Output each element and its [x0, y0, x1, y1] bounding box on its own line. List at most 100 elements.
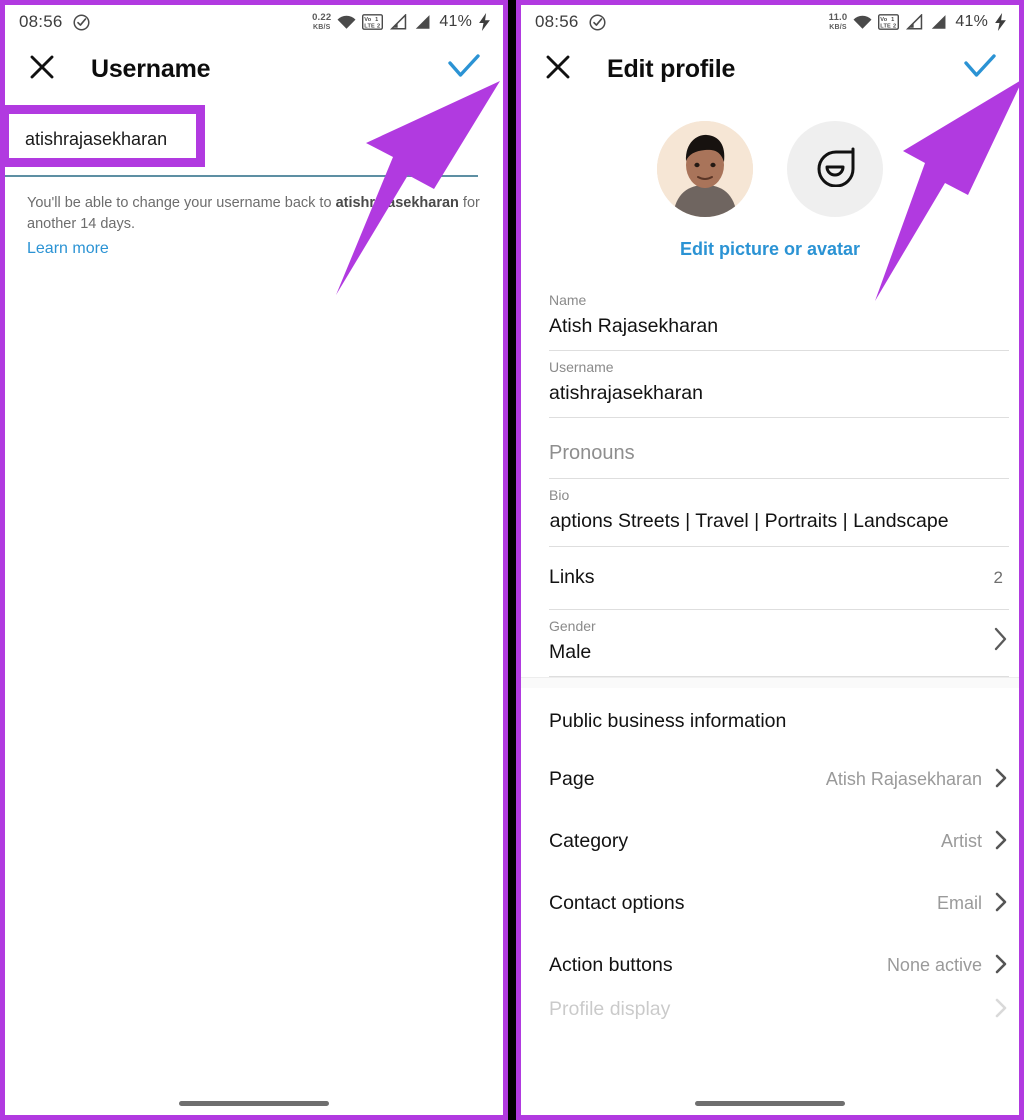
alarm-check-icon: [588, 13, 607, 32]
chevron-right-icon: [993, 626, 1009, 656]
left-status-bar: 08:56 0.22 KB/S Vo 1 LTE 2 41%: [5, 5, 503, 39]
input-underline: [5, 175, 478, 177]
avatar-smiley-icon: [815, 147, 855, 192]
chevron-right-icon: [994, 829, 1009, 855]
row-label: Category: [549, 830, 629, 853]
row-action-buttons[interactable]: Action buttons None active: [549, 935, 1009, 997]
confirm-check-icon[interactable]: [445, 52, 483, 87]
volte-icon: Vo 1 LTE 2: [878, 14, 900, 30]
field-value[interactable]: le Captions Streets | Travel | Portraits…: [549, 506, 1009, 536]
confirm-check-icon[interactable]: [961, 52, 999, 87]
field-placeholder[interactable]: Pronouns: [549, 438, 1009, 469]
volte-icon: Vo 1 LTE 2: [362, 14, 384, 30]
row-page[interactable]: Page Atish Rajasekharan: [549, 749, 1009, 811]
right-phone-panel: 08:56 11.0 KB/S Vo 1 LTE 2 41% Edit prof…: [516, 0, 1024, 1120]
avatar-row: [521, 121, 1019, 217]
svg-text:2: 2: [893, 24, 896, 30]
field-label: Name: [549, 292, 587, 308]
section-divider: [521, 676, 1019, 688]
row-category[interactable]: Category Artist: [549, 811, 1009, 873]
gesture-nav-bar[interactable]: [521, 1101, 1019, 1106]
highlight-box-username: [5, 105, 205, 167]
avatar-button[interactable]: [787, 121, 883, 217]
helper-prefix: You'll be able to change your username b…: [27, 195, 336, 211]
row-value: None active: [886, 955, 982, 976]
row-label: Profile display: [549, 998, 671, 1021]
row-value: Male: [549, 640, 592, 663]
row-label: Action buttons: [549, 954, 673, 977]
status-right-group: 0.22 KB/S Vo 1 LTE 2 41%: [312, 13, 491, 31]
signal-sim2-icon: [929, 14, 947, 30]
field-value[interactable]: atishrajasekharan: [549, 378, 1009, 408]
signal-sim2-icon: [413, 14, 431, 30]
network-speed-indicator: 11.0 KB/S: [828, 12, 848, 31]
username-input-wrapper[interactable]: atishrajasekharan: [5, 105, 503, 177]
left-app-bar: Username: [5, 39, 503, 99]
battery-percent: 41%: [955, 13, 988, 30]
learn-more-link[interactable]: Learn more: [27, 240, 503, 258]
row-value: Email: [936, 893, 982, 914]
status-time: 08:56: [535, 12, 579, 31]
gender-texts: Gender Male: [549, 616, 596, 667]
signal-sim1-icon: [905, 14, 923, 30]
row-gender[interactable]: Gender Male: [549, 610, 1009, 677]
field-name[interactable]: Name Atish Rajasekharan: [549, 284, 1009, 352]
screenshot-stage: 08:56 0.22 KB/S Vo 1 LTE 2 41% Username …: [0, 0, 1024, 1120]
wifi-icon: [337, 15, 356, 30]
row-label: Gender: [549, 617, 596, 634]
svg-text:LTE: LTE: [365, 24, 376, 30]
row-label: Page: [549, 768, 595, 791]
helper-bold-username: atishrajasekharan: [335, 195, 459, 211]
field-username[interactable]: Username atishrajasekharan: [549, 351, 1009, 419]
close-icon[interactable]: [27, 52, 57, 87]
page-title: Username: [91, 54, 211, 83]
chevron-right-icon: [994, 953, 1009, 979]
links-count: 2: [993, 567, 1003, 587]
wifi-icon: [853, 15, 872, 30]
status-time: 08:56: [19, 12, 63, 31]
row-contact-options[interactable]: Contact options Email: [549, 873, 1009, 935]
field-bio[interactable]: Bio le Captions Streets | Travel | Portr…: [549, 479, 1009, 547]
annotation-arrow-left: [336, 81, 500, 295]
row-label: Links: [549, 566, 595, 589]
svg-text:1: 1: [376, 17, 379, 23]
right-screen: 08:56 11.0 KB/S Vo 1 LTE 2 41% Edit prof…: [521, 5, 1019, 1115]
battery-percent: 41%: [439, 13, 472, 30]
alarm-check-icon: [72, 13, 91, 32]
row-value: Artist: [940, 831, 982, 852]
field-value[interactable]: Atish Rajasekharan: [549, 311, 1009, 341]
chevron-right-icon: [994, 767, 1009, 793]
field-pronouns[interactable]: Pronouns: [549, 418, 1009, 480]
field-label: Bio: [549, 487, 570, 504]
profile-photo[interactable]: [657, 121, 753, 217]
profile-fields: Name Atish Rajasekharan Username atishra…: [521, 284, 1019, 677]
page-title: Edit profile: [607, 54, 736, 83]
svg-text:2: 2: [377, 24, 380, 30]
row-profile-display[interactable]: Profile display: [549, 997, 1009, 1023]
svg-text:1: 1: [892, 17, 895, 23]
left-screen: 08:56 0.22 KB/S Vo 1 LTE 2 41% Username …: [5, 5, 503, 1115]
gesture-nav-bar[interactable]: [5, 1101, 503, 1106]
svg-text:Vo: Vo: [881, 17, 888, 23]
charging-bolt-icon: [994, 13, 1007, 31]
edit-picture-link[interactable]: Edit picture or avatar: [521, 239, 1019, 260]
status-left-group: 08:56: [19, 12, 91, 32]
network-speed-indicator: 0.22 KB/S: [312, 12, 332, 31]
business-section-heading: Public business information: [549, 709, 787, 732]
signal-sim1-icon: [389, 14, 407, 30]
svg-text:LTE: LTE: [881, 24, 892, 30]
charging-bolt-icon: [478, 13, 491, 31]
field-label: Username: [549, 359, 614, 376]
row-value: Atish Rajasekharan: [825, 769, 982, 790]
left-phone-panel: 08:56 0.22 KB/S Vo 1 LTE 2 41% Username …: [0, 0, 508, 1120]
row-links[interactable]: Links 2: [549, 547, 1009, 610]
right-app-bar: Edit profile: [521, 39, 1019, 99]
close-icon[interactable]: [543, 52, 573, 87]
username-helper-text: You'll be able to change your username b…: [27, 193, 483, 234]
svg-text:Vo: Vo: [365, 17, 372, 23]
chevron-right-icon: [994, 891, 1009, 917]
row-label: Contact options: [549, 892, 685, 915]
chevron-right-icon: [994, 997, 1009, 1023]
status-left-group: 08:56: [535, 12, 607, 32]
right-status-bar: 08:56 11.0 KB/S Vo 1 LTE 2 41%: [521, 5, 1019, 39]
